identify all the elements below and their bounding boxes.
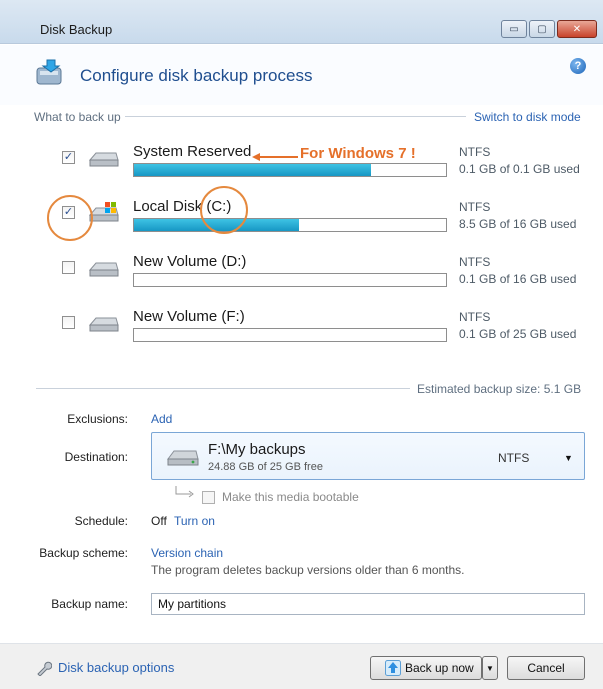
disk-usage-bar [133,273,447,287]
disk-filesystem: NTFS [459,310,491,324]
disk-row[interactable]: ✓ Local Disk (C:) NTFS 8.5 GB of 16 GB used [55,198,595,246]
back-up-now-label: Back up now [405,661,474,675]
make-bootable-label: Make this media bootable [222,490,359,504]
schedule-label: Schedule: [74,514,128,528]
version-chain-link[interactable]: Version chain [151,546,223,560]
disk-usage-text: 8.5 GB of 16 GB used [459,217,577,231]
destination-path: F:\My backups [208,441,306,458]
disk-backup-options-link[interactable]: Disk backup options [58,660,174,675]
disk-row[interactable]: New Volume (D:) NTFS 0.1 GB of 16 GB used [55,253,595,301]
maximize-button[interactable]: ▢ [529,20,555,38]
disk-highlight-circle [200,186,248,234]
backup-name-label: Backup name: [51,597,128,611]
destination-label: Destination: [64,450,128,464]
disk-checkbox[interactable]: ✓ [62,151,75,164]
disk-checkbox[interactable] [62,261,75,274]
annotation-arrow [252,153,298,161]
disk-usage-text: 0.1 GB of 25 GB used [459,327,577,341]
disk-name: New Volume (F:) [133,308,245,325]
back-up-now-button[interactable]: Back up now [370,656,482,680]
cancel-button[interactable]: Cancel [507,656,585,680]
disk-usage-text: 0.1 GB of 0.1 GB used [459,162,580,176]
disk-usage-bar [133,218,447,232]
disk-usage-bar [133,328,447,342]
disk-row[interactable]: New Volume (F:) NTFS 0.1 GB of 25 GB used [55,308,595,356]
up-arrow-icon [385,660,401,676]
disk-backup-window: Disk Backup ▭ ▢ ✕ Configure disk backup … [0,0,603,689]
checkbox-highlight-circle [47,195,93,241]
disk-filesystem: NTFS [459,255,491,269]
help-icon[interactable]: ? [570,58,586,74]
backup-scheme-description: The program deletes backup versions olde… [151,563,465,577]
destination-free-space: 24.88 GB of 25 GB free [208,461,323,473]
close-button[interactable]: ✕ [557,20,597,38]
elbow-arrow-icon [175,486,194,498]
wrench-icon [37,661,52,676]
disk-usage-fill [134,164,372,176]
switch-to-disk-mode-link[interactable]: Switch to disk mode [470,110,585,124]
disk-filesystem: NTFS [459,200,491,214]
drive-icon [88,262,119,277]
what-to-back-up-label: What to back up [34,110,125,124]
window-controls: ▭ ▢ ✕ [499,20,597,38]
estimated-backup-size: Estimated backup size: 5.1 GB [413,382,586,396]
minimize-button[interactable]: ▭ [501,20,527,38]
title-bar: Disk Backup ▭ ▢ ✕ [0,0,603,44]
drive-icon [167,450,199,466]
make-bootable-checkbox[interactable] [202,491,215,504]
disk-checkbox[interactable] [62,316,75,329]
turn-on-schedule-link[interactable]: Turn on [174,514,215,528]
drive-icon [88,317,119,332]
schedule-status: Off [151,514,167,528]
disk-name: System Reserved [133,143,252,160]
destination-fs: NTFS [498,451,530,465]
window-title: Disk Backup [40,22,113,37]
disk-name: New Volume (D:) [133,253,247,270]
estimate-divider [36,388,410,389]
disk-filesystem: NTFS [459,145,491,159]
backup-name-input[interactable] [151,593,585,615]
backup-scheme-label: Backup scheme: [39,546,128,560]
add-exclusion-link[interactable]: Add [151,412,172,426]
disk-usage-text: 0.1 GB of 16 GB used [459,272,577,286]
back-up-options-dropdown[interactable]: ▼ [482,656,498,680]
windows-7-annotation: For Windows 7 ! [300,145,416,162]
exclusions-label: Exclusions: [67,412,128,426]
disk-backup-icon [36,59,62,85]
chevron-down-icon: ▼ [564,453,573,463]
page-title: Configure disk backup process [80,66,313,85]
destination-dropdown[interactable]: F:\My backups 24.88 GB of 25 GB free NTF… [151,432,585,480]
drive-icon [88,152,119,167]
disk-usage-bar [133,163,447,177]
